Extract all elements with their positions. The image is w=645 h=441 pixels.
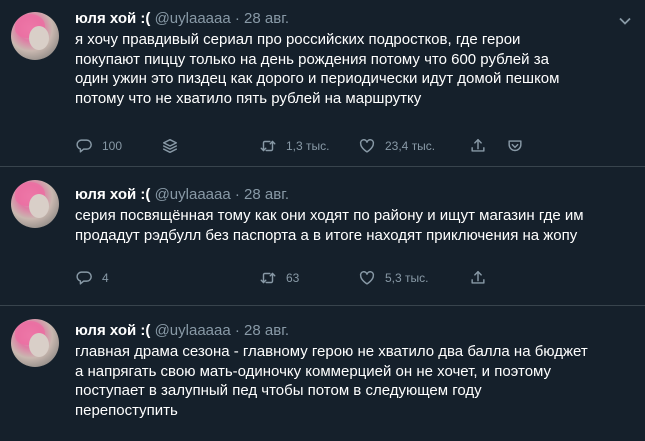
- tweet-text-line: главная драма сезона - главному герою не…: [75, 343, 588, 360]
- reply-icon: [76, 139, 92, 153]
- avatar[interactable]: [11, 319, 59, 367]
- tweet[interactable]: юля хой :( @uylaaaaa · 28 авг. я хочу пр…: [0, 0, 645, 167]
- separator-dot: ·: [234, 10, 240, 27]
- reply-icon: [76, 271, 92, 285]
- author-handle[interactable]: @uylaaaaa: [155, 10, 231, 27]
- tweet-text: главная драма сезона - главному герою не…: [75, 342, 633, 420]
- tweet-text: я хочу правдивый сериал про российских п…: [75, 30, 633, 108]
- author-name[interactable]: юля хой :(: [75, 322, 150, 339]
- share-icon: [471, 138, 485, 152]
- author-name[interactable]: юля хой :(: [75, 10, 150, 27]
- tweet[interactable]: юля хой :( @uylaaaaa · 28 авг. главная д…: [0, 307, 645, 441]
- like-button[interactable]: 5,3 тыс.: [358, 268, 428, 288]
- tweet-text-line: один ужин это пиздец как дорого и период…: [75, 70, 560, 87]
- tweet-date[interactable]: 28 авг.: [244, 186, 289, 203]
- retweet-count: 1,3 тыс.: [286, 139, 330, 153]
- author-handle[interactable]: @uylaaaaa: [155, 322, 231, 339]
- reply-count: 100: [102, 139, 123, 153]
- retweet-icon: [260, 140, 276, 152]
- tweet-actions: 100 1,3 тыс. 23,4 тыс.: [75, 136, 535, 156]
- tweet-actions: 4 63 5,3 тыс.: [75, 268, 535, 288]
- tweet-text-line: перепоступить: [75, 401, 178, 419]
- retweet-button[interactable]: 63: [259, 268, 299, 288]
- share-button[interactable]: [469, 268, 487, 288]
- reply-button[interactable]: 4: [75, 268, 109, 288]
- share-icon: [471, 270, 485, 284]
- retweet-icon: [260, 272, 276, 284]
- tweet-text-line: серия посвящённая тому как они ходят по …: [75, 207, 584, 224]
- author-name[interactable]: юля хой :(: [75, 186, 150, 203]
- reply-count: 4: [102, 271, 109, 285]
- stack-icon: [162, 138, 178, 154]
- tweet-text: серия посвящённая тому как они ходят по …: [75, 206, 633, 245]
- separator-dot: ·: [234, 322, 240, 339]
- share-button[interactable]: [469, 136, 487, 156]
- save-button[interactable]: [506, 136, 524, 156]
- like-count: 5,3 тыс.: [385, 271, 429, 285]
- tweet-text-line: поступает в залупный пед чтобы потом в с…: [75, 382, 482, 399]
- tweet-header: юля хой :( @uylaaaaa · 28 авг.: [75, 9, 633, 29]
- tweet-text-line: а напрягать свою мать-одиночку коммерцие…: [75, 362, 552, 380]
- retweet-count: 63: [286, 271, 300, 285]
- like-button[interactable]: 23,4 тыс.: [358, 136, 435, 156]
- avatar[interactable]: [11, 180, 59, 228]
- separator-dot: ·: [234, 186, 240, 203]
- tweet[interactable]: юля хой :( @uylaaaaa · 28 авг. серия пос…: [0, 168, 645, 306]
- reply-button[interactable]: 100: [75, 136, 122, 156]
- pocket-icon: [508, 140, 522, 152]
- author-handle[interactable]: @uylaaaaa: [155, 186, 231, 203]
- like-count: 23,4 тыс.: [385, 139, 436, 153]
- thread-button[interactable]: [161, 136, 179, 156]
- tweet-text-line: продадут рэдбулл без паспорта а в итоге …: [75, 226, 578, 244]
- heart-icon: [359, 139, 375, 153]
- tweet-text-line: потому что не хватило пять рублей на мар…: [75, 89, 422, 107]
- avatar[interactable]: [11, 12, 59, 60]
- retweet-button[interactable]: 1,3 тыс.: [259, 136, 329, 156]
- tweet-header: юля хой :( @uylaaaaa · 28 авг.: [75, 321, 633, 341]
- tweet-header: юля хой :( @uylaaaaa · 28 авг.: [75, 185, 633, 205]
- tweet-date[interactable]: 28 авг.: [244, 10, 289, 27]
- tweet-text-line: покупают пиццу только на день рождения п…: [75, 50, 549, 68]
- tweet-feed: юля хой :( @uylaaaaa · 28 авг. я хочу пр…: [0, 0, 645, 441]
- tweet-date[interactable]: 28 авг.: [244, 322, 289, 339]
- heart-icon: [359, 271, 375, 285]
- tweet-text-line: я хочу правдивый сериал про российских п…: [75, 31, 521, 48]
